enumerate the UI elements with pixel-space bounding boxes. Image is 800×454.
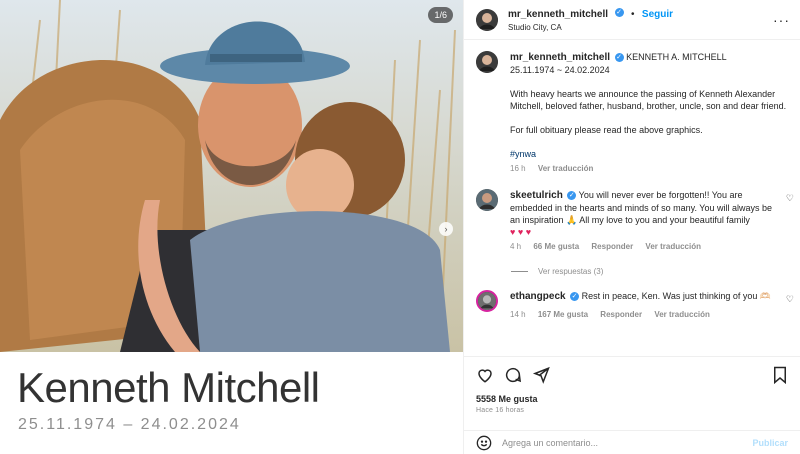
caption-full-name: KENNETH A. MITCHELL [626,52,727,62]
hearts-emoji: ♥ ♥ ♥ [510,227,532,237]
likes-count[interactable]: 5558 Me gusta [476,394,788,404]
emoji-icon[interactable] [476,435,492,451]
caption-paragraph-2: For full obituary please read the above … [510,125,703,135]
location-link[interactable]: Studio City, CA [508,21,773,34]
comment-time: 4 h [510,242,522,251]
comment-likes[interactable]: 167 Me gusta [538,310,588,319]
like-comment-heart-icon[interactable]: ♡ [786,193,794,204]
replies-divider [511,271,528,272]
avatar[interactable] [476,290,498,312]
avatar[interactable] [476,189,498,211]
comments-scroll-area[interactable]: mr_kenneth_mitchell ✓ KENNETH A. MITCHEL… [464,41,800,356]
carousel-counter: 1/6 [428,7,453,23]
comment-input[interactable] [502,437,753,448]
comment-username[interactable]: skeetulrich [510,190,563,201]
reply-button[interactable]: Responder [600,310,642,319]
verified-badge-icon: ✓ [614,7,624,17]
comment-translate-link[interactable]: Ver traducción [654,310,710,319]
reply-button[interactable]: Responder [591,242,633,251]
comment-time: 14 h [510,310,526,319]
like-comment-heart-icon[interactable]: ♡ [786,294,794,305]
comment-meta: 14 h 167 Me gusta Responder Ver traducci… [510,309,772,321]
add-comment-bar: Publicar [464,430,800,454]
separator-dot: • [630,8,635,20]
caption-username[interactable]: mr_kenneth_mitchell [510,52,610,63]
comment-translate-link[interactable]: Ver traducción [645,242,701,251]
post-actions: 5558 Me gusta Hace 16 horas [464,356,800,422]
comment-body: skeetulrich ✓ You will never ever be for… [510,189,772,253]
comment-item: ethangpeck ✓ Rest in peace, Ken. Was jus… [464,290,800,321]
header-text: mr_kenneth_mitchell ✓ • Seguir Studio Ci… [508,6,773,34]
avatar[interactable] [476,51,498,73]
view-replies-button[interactable]: Ver respuestas (3) [464,267,800,276]
comment-body: ethangpeck ✓ Rest in peace, Ken. Was jus… [510,290,772,321]
comment-text: Rest in peace, Ken. Was just thinking of… [581,291,772,301]
bookmark-icon[interactable] [772,366,788,384]
heart-icon[interactable] [476,366,494,384]
follow-button[interactable]: Seguir [642,9,673,20]
action-buttons [476,365,788,385]
verified-badge-icon: ✓ [567,191,577,201]
caption-time: 16 h [510,164,526,173]
avatar[interactable] [476,8,498,31]
caption-translate-link[interactable]: Ver traducción [538,164,594,173]
memorial-dates: 25.11.1974 – 24.02.2024 [18,416,241,433]
caption-dates: 25.11.1974 ~ 24.02.2024 [510,65,610,75]
view-replies-label: Ver respuestas (3) [538,267,604,276]
memorial-name: Kenneth Mitchell [17,364,320,411]
caption-body: mr_kenneth_mitchell ✓ KENNETH A. MITCHEL… [510,51,788,189]
caption-paragraph-1: With heavy hearts we announce the passin… [510,89,787,111]
post-media: 1/6 › Kenneth Mitchell 25.11.1974 – 24.0… [0,0,463,454]
comment-meta: 4 h 66 Me gusta Responder Ver traducción [510,241,772,253]
chevron-right-icon: › [444,224,448,234]
caption-meta: 16 h Ver traducción [510,163,788,175]
post-timestamp: Hace 16 horas [476,407,525,414]
share-icon[interactable] [532,366,550,384]
more-options-icon[interactable]: ··· [773,12,790,28]
header-username[interactable]: mr_kenneth_mitchell [508,9,608,20]
comment-icon[interactable] [504,366,522,384]
comment-item: skeetulrich ✓ You will never ever be for… [464,189,800,253]
post-caption: mr_kenneth_mitchell ✓ KENNETH A. MITCHEL… [464,41,800,189]
post-detail-panel: mr_kenneth_mitchell ✓ • Seguir Studio Ci… [463,0,800,454]
comment-likes[interactable]: 66 Me gusta [533,242,579,251]
verified-badge-icon: ✓ [614,53,624,63]
hashtag-link[interactable]: #ynwa [510,149,536,159]
photo-illustration [0,0,463,352]
comment-username[interactable]: ethangpeck [510,291,566,302]
publish-button[interactable]: Publicar [752,438,788,448]
post-header: mr_kenneth_mitchell ✓ • Seguir Studio Ci… [464,0,800,40]
carousel-next-button[interactable]: › [439,222,453,236]
verified-badge-icon: ✓ [570,292,580,302]
post-photo[interactable]: 1/6 › [0,0,463,352]
